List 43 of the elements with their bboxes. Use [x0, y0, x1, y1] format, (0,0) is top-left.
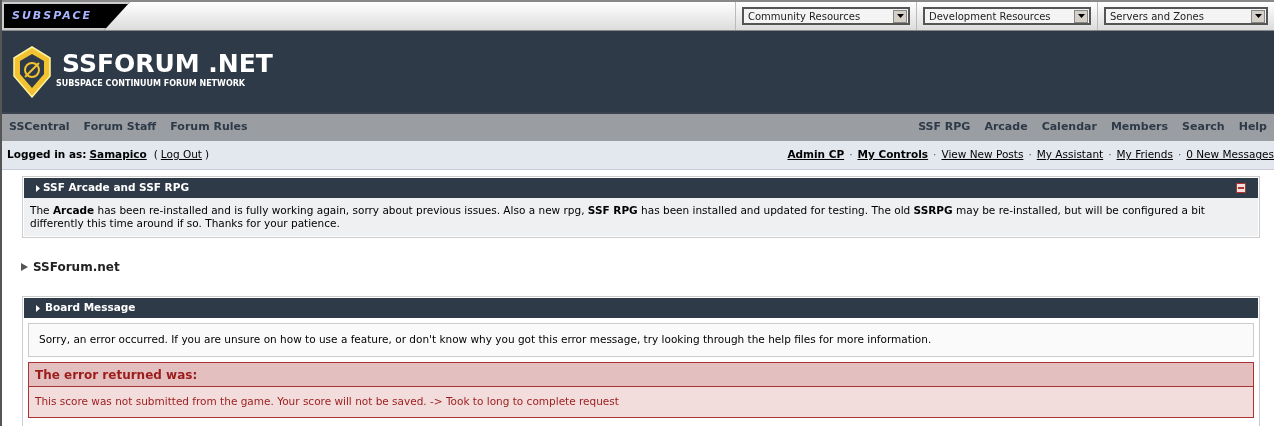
dropdown[interactable]: Servers and Zones: [1104, 7, 1268, 25]
logout-link[interactable]: Log Out: [160, 147, 202, 163]
announcement-text: The Arcade has been re-installed and is fully working again, sorry about previous issues. Also a new rpg, SSF RPG has been installed and updated for testing. The old SSRPG may be re-installed, but will be configured a bit differently this time around if so. Thanks for your patience.: [30, 204, 1205, 229]
logged-in-label: Logged in as:: [7, 147, 87, 163]
nav-link[interactable]: Search: [1182, 119, 1225, 136]
site-title: SSFORUM .NET: [61, 49, 273, 78]
user-link[interactable]: Admin CP: [787, 147, 845, 163]
panel-title: SSF Arcade and SSF RPG: [43, 180, 190, 196]
nav-link[interactable]: Forum Rules: [170, 119, 248, 136]
nav-link[interactable]: Members: [1110, 119, 1169, 136]
nav-link[interactable]: Arcade: [984, 119, 1028, 136]
collapse-toggle[interactable]: [1236, 183, 1246, 193]
site-tagline: SUBSPACE CONTINUUM FORUM NETWORK: [56, 77, 247, 90]
user-link[interactable]: My Controls: [857, 147, 929, 163]
paren-text: ): [205, 147, 210, 163]
username-link[interactable]: Samapico: [89, 147, 147, 163]
caret-icon: [36, 304, 40, 312]
nav-link[interactable]: Help: [1238, 119, 1267, 136]
nav-link[interactable]: Calendar: [1041, 119, 1097, 136]
shield-logo-icon: [12, 45, 52, 98]
user-link[interactable]: 0 New Messages: [1186, 147, 1274, 163]
separator-dot: ·: [933, 147, 937, 163]
caret-icon: [36, 184, 40, 192]
separator-dot: ·: [849, 147, 853, 163]
error-message: Sorry, an error occurred. If you are unsure on how to use a feature, or don't know why you got this error message, try looking through the help files for more information.: [39, 332, 932, 348]
user-link[interactable]: My Friends: [1116, 147, 1173, 163]
user-link[interactable]: My Assistant: [1036, 147, 1104, 163]
triangle-icon: [21, 263, 28, 271]
nav-link[interactable]: Forum Staff: [83, 119, 157, 136]
error-detail: This score was not submitted from the game. Your score will not be saved. -> Took to long to complete request: [35, 394, 619, 410]
dropdown[interactable]: Community Resources: [742, 7, 910, 25]
breadcrumb[interactable]: SSForum.net: [33, 258, 120, 276]
user-link[interactable]: View New Posts: [941, 147, 1024, 163]
separator-dot: ·: [1028, 147, 1032, 163]
logo-text: SUBSPACE: [12, 7, 92, 24]
error-heading: The error returned was:: [35, 366, 198, 384]
dropdown[interactable]: Development Resources: [923, 7, 1091, 25]
nav-link[interactable]: SSCentral: [9, 119, 70, 136]
paren-text: (: [153, 147, 158, 163]
separator-dot: ·: [1108, 147, 1112, 163]
panel-title: Board Message: [45, 300, 136, 316]
nav-link[interactable]: SSF RPG: [918, 119, 971, 136]
separator-dot: ·: [1177, 147, 1182, 163]
